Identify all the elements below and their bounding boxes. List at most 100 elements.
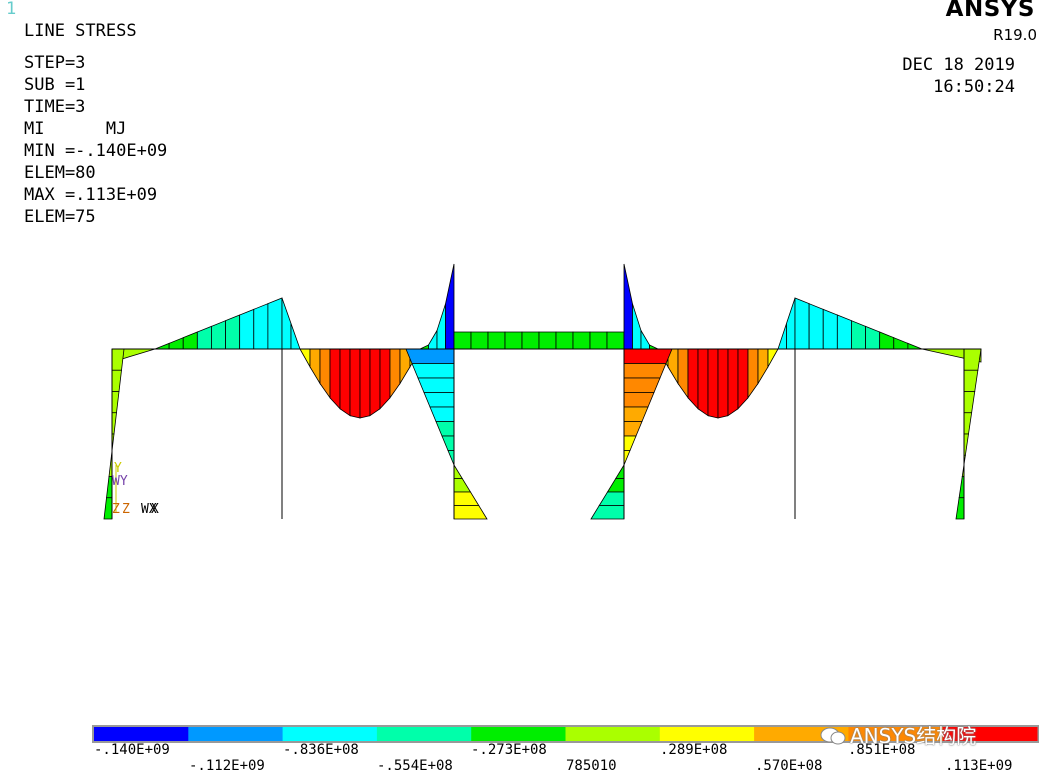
legend-label-bottom-3: 785010 — [566, 758, 617, 774]
stress-band-33 — [428, 329, 438, 350]
stress-band-43 — [572, 331, 591, 350]
stress-band-105 — [623, 392, 655, 408]
stress-band-20 — [299, 348, 311, 369]
legend-swatch-1 — [94, 727, 189, 741]
stress-band-49 — [649, 344, 659, 350]
stress-band-60 — [757, 348, 769, 385]
stress-band-32 — [419, 344, 429, 350]
stress-band-85 — [963, 412, 973, 435]
stress-band-10 — [168, 337, 184, 350]
stress-band-103 — [623, 363, 667, 379]
stress-band-72 — [907, 342, 923, 350]
stress-band-76 — [111, 391, 120, 414]
legend-label-bottom-2: -.554E+08 — [377, 758, 453, 774]
stress-band-69 — [865, 325, 881, 350]
legend-swatch-3 — [282, 727, 378, 741]
stress-band-97 — [447, 450, 455, 466]
stress-band-57 — [727, 348, 739, 417]
stress-plot: Y WY Z Z WX X — [92, 263, 1039, 743]
stress-band-75 — [111, 369, 122, 392]
legend-swatch-7 — [659, 727, 755, 741]
stress-band-48 — [640, 329, 650, 350]
stress-band-82 — [963, 348, 982, 371]
stress-band-46 — [623, 263, 633, 350]
stress-band-58 — [737, 348, 749, 410]
triad-x-label: X — [151, 502, 159, 517]
stress-band-53 — [687, 348, 699, 410]
triad-wz-label: Z — [122, 502, 130, 517]
stress-band-37 — [470, 331, 489, 350]
stress-band-29 — [389, 348, 401, 400]
stress-band-91 — [411, 363, 455, 379]
triad-z-label: Z — [112, 502, 120, 517]
stress-band-100 — [453, 491, 480, 506]
stress-band-59 — [747, 348, 759, 400]
stress-band-67 — [836, 314, 852, 350]
stress-band-83 — [963, 369, 979, 392]
stress-band-113 — [590, 505, 625, 520]
line-stress-diagram — [103, 263, 982, 520]
stress-band-70 — [879, 331, 895, 350]
legend-label-bottom-1: -.112E+09 — [189, 758, 265, 774]
stress-band-36 — [453, 331, 472, 350]
stress-band-14 — [225, 314, 241, 350]
stress-band-22 — [319, 348, 331, 400]
stress-band-62 — [777, 323, 787, 350]
stress-band-13 — [211, 320, 226, 350]
stress-band-35 — [445, 263, 455, 350]
stress-band-93 — [423, 392, 455, 408]
stress-band-65 — [808, 303, 824, 350]
stress-band-52 — [677, 348, 689, 400]
stress-band-17 — [267, 297, 283, 350]
stress-band-88 — [958, 476, 965, 499]
legend-label-bottom-4: .570E+08 — [755, 758, 823, 774]
stress-band-89 — [955, 497, 965, 520]
watermark: ANSYS结构院 — [820, 720, 976, 749]
stress-band-112 — [598, 491, 625, 506]
stress-band-19 — [290, 323, 301, 350]
legend-label-bottom-5: .113E+09 — [945, 758, 1013, 774]
stress-band-71 — [893, 337, 909, 350]
stress-band-102 — [623, 348, 673, 364]
stress-band-68 — [851, 320, 866, 350]
stress-band-106 — [623, 406, 649, 422]
stress-band-99 — [453, 478, 472, 493]
stress-band-90 — [405, 348, 455, 364]
stress-band-107 — [623, 421, 643, 437]
stress-band-42 — [555, 331, 574, 350]
stress-band-77 — [111, 412, 117, 435]
stress-band-110 — [615, 463, 625, 479]
stress-band-23 — [329, 348, 341, 410]
legend-label-top-2: -.836E+08 — [283, 742, 359, 758]
stress-band-81 — [103, 497, 113, 520]
stress-band-111 — [606, 478, 625, 493]
stress-band-74 — [111, 348, 125, 371]
stress-band-11 — [182, 331, 198, 350]
stress-band-101 — [453, 505, 488, 520]
stress-band-9 — [154, 342, 170, 350]
legend-swatch-6 — [565, 727, 661, 741]
stress-band-24 — [339, 348, 351, 417]
stress-band-28 — [379, 348, 391, 410]
stress-band-15 — [239, 308, 255, 350]
stress-band-98 — [453, 463, 463, 479]
stress-band-95 — [435, 421, 455, 437]
legend-swatch-5 — [471, 727, 566, 741]
stress-band-45 — [606, 331, 625, 350]
stress-band-86 — [963, 433, 969, 456]
stress-band-96 — [441, 435, 455, 451]
legend-label-top-4: .289E+08 — [660, 742, 728, 758]
stress-band-39 — [504, 331, 523, 350]
stress-band-55 — [707, 348, 719, 419]
stress-band-40 — [521, 331, 540, 350]
legend-swatch-2 — [188, 727, 284, 741]
stress-band-25 — [349, 348, 361, 419]
stress-band-109 — [623, 450, 631, 466]
stress-band-44 — [589, 331, 608, 350]
stress-band-61 — [767, 348, 779, 369]
stress-band-92 — [417, 377, 455, 393]
stress-band-66 — [822, 308, 838, 350]
stress-band-41 — [538, 331, 557, 350]
chat-bubble-icon — [820, 727, 846, 745]
frame-structure — [111, 348, 981, 519]
